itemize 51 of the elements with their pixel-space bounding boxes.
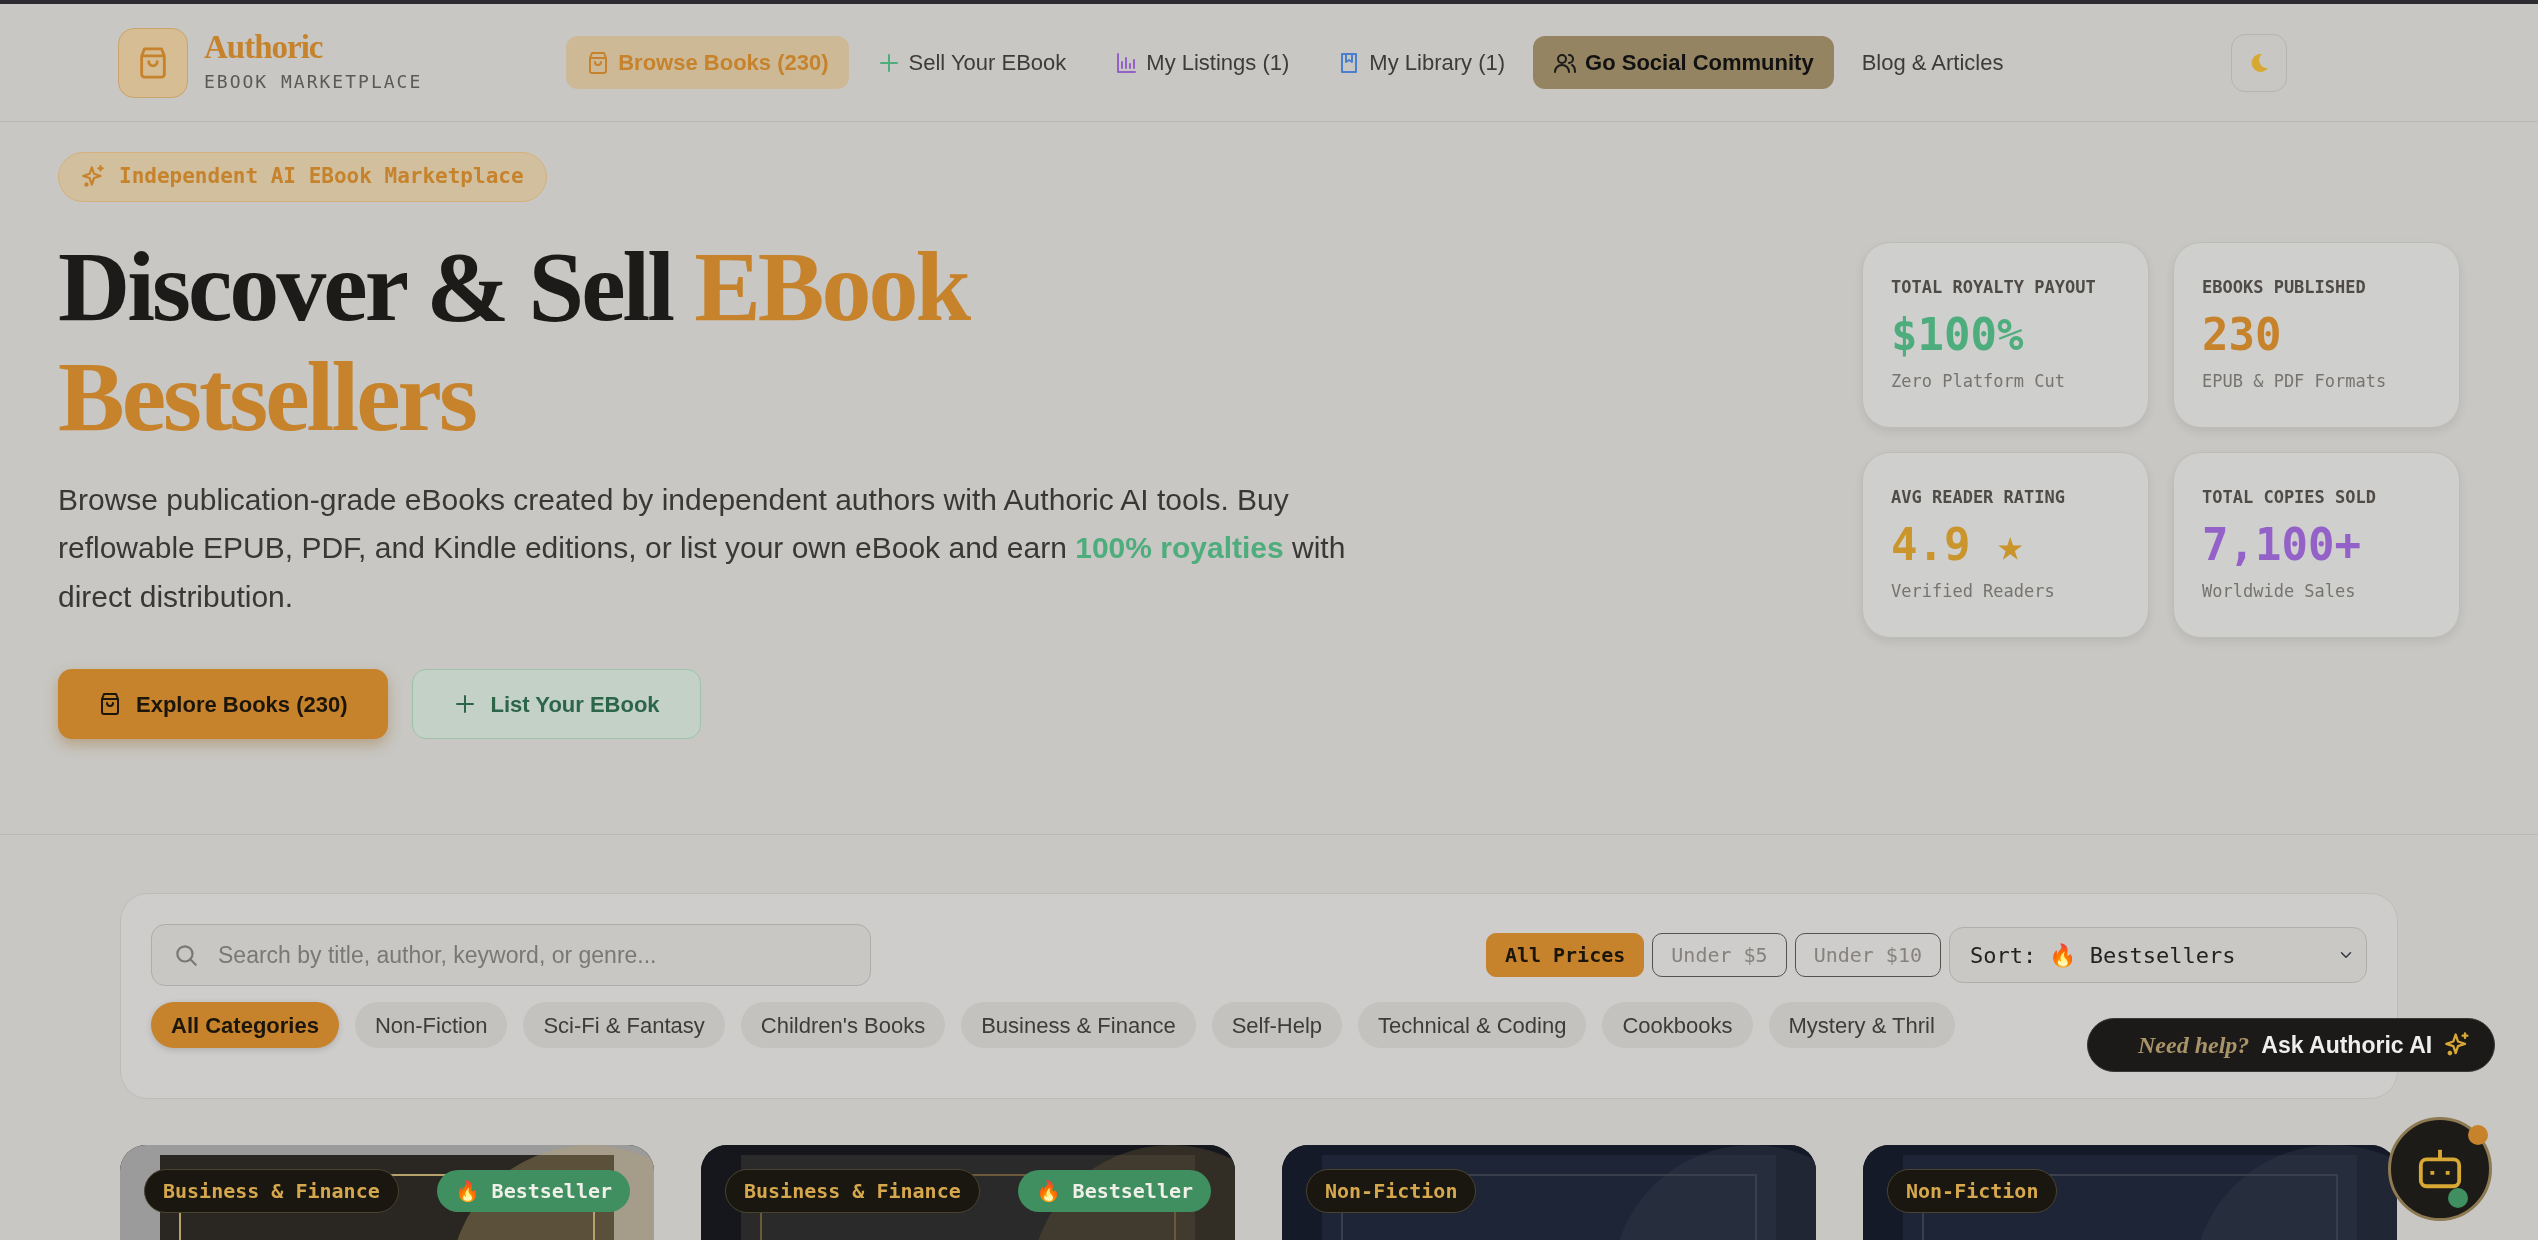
- stat-value: 4.9 ★: [1891, 518, 2025, 572]
- category-chip[interactable]: Cookbooks: [1602, 1002, 1753, 1048]
- help-prompt: Need help?: [2138, 1031, 2250, 1060]
- nav-link[interactable]: Blog & Articles: [1841, 36, 2024, 89]
- category-chip[interactable]: Children's Books: [740, 1002, 946, 1048]
- bar-chart-icon: [1114, 50, 1139, 75]
- theme-toggle[interactable]: [2231, 33, 2288, 92]
- category-badge: Business & Finance: [144, 1169, 399, 1213]
- help-button[interactable]: Need help? Ask Authoric AI: [2087, 1018, 2496, 1072]
- stat-caption: Zero Platform Cut: [1891, 370, 2066, 394]
- stat-caption: Worldwide Sales: [2202, 580, 2357, 604]
- logo-badge[interactable]: [118, 27, 188, 98]
- nav-link[interactable]: Go Social Community: [1533, 36, 1834, 89]
- stat-value: 7,100+: [2202, 518, 2362, 572]
- brand-title: Authoric: [204, 30, 324, 64]
- category-chip[interactable]: Self-Help: [1211, 1002, 1343, 1048]
- stat-caption: EPUB & PDF Formats: [2202, 370, 2388, 394]
- nav-link[interactable]: My Listings (1): [1094, 36, 1310, 89]
- sort-select[interactable]: Sort: 🔥 Bestsellers: [1949, 927, 2367, 983]
- bestseller-badge: 🔥 Bestseller: [436, 1170, 630, 1212]
- category-chip[interactable]: All Categories: [151, 1002, 339, 1048]
- brand-subtitle: EBOOK MARKETPLACE: [204, 69, 423, 94]
- sparkle-icon: [81, 163, 107, 190]
- nav-link[interactable]: Sell Your EBook: [856, 36, 1087, 89]
- hero-description: Browse publication-grade eBooks created by independent authors with Authoric AI tools. Buy reflowable EPUB, PDF, and Kindle editions, or list your own eBook and earn 100% royalties with direct distribution.: [58, 481, 1347, 615]
- price-filter[interactable]: All Prices: [1485, 933, 1645, 977]
- search-icon: [173, 942, 199, 968]
- list-button[interactable]: List Your EBook: [411, 669, 701, 740]
- bestseller-badge: 🔥 Bestseller: [1017, 1170, 1211, 1212]
- stat-label: EBOOKS PUBLISHED: [2202, 276, 2367, 299]
- category-chip[interactable]: Non-Fiction: [354, 1002, 508, 1048]
- nav-link[interactable]: My Library (1): [1317, 36, 1526, 89]
- stat-label: TOTAL ROYALTY PAYOUT: [1891, 276, 2097, 299]
- hero-headline: Discover & Sell EBook Bestsellers: [58, 231, 971, 452]
- category-badge: Business & Finance: [725, 1169, 980, 1213]
- status-dot: [2468, 1125, 2488, 1145]
- category-chip[interactable]: Technical & Coding: [1358, 1002, 1587, 1048]
- stat-value: $100%: [1891, 308, 2025, 362]
- category-chip[interactable]: Mystery & Thril: [1768, 1002, 1955, 1048]
- stat-label: AVG READER RATING: [1891, 486, 2066, 509]
- category-chip[interactable]: Sci-Fi & Fantasy: [523, 1002, 725, 1048]
- search-field[interactable]: Search by title, author, keyword, or genre...: [151, 924, 871, 986]
- category-badge: Non-Fiction: [1306, 1169, 1477, 1213]
- stat-value: 230: [2202, 308, 2283, 362]
- category-chip[interactable]: Business & Finance: [961, 1002, 1196, 1048]
- bag-icon: [98, 692, 122, 717]
- stat-caption: Verified Readers: [1891, 580, 2056, 604]
- hero-badge: Independent AI EBook Marketplace: [58, 152, 547, 202]
- explore-button[interactable]: Explore Books (230): [58, 669, 388, 740]
- category-badge: Non-Fiction: [1887, 1169, 2058, 1213]
- stat-label: TOTAL COPIES SOLD: [2202, 486, 2377, 509]
